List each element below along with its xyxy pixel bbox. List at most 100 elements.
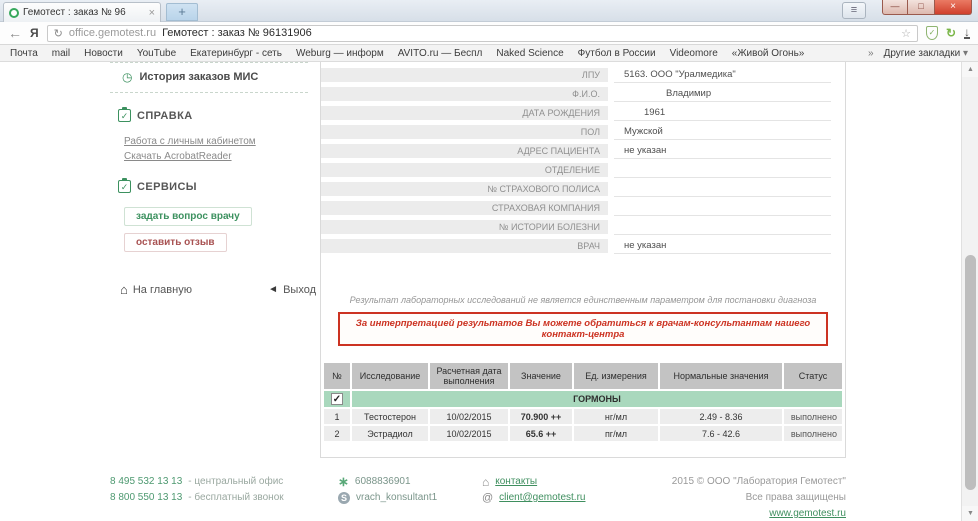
url-page-title: Гемотест : заказ № 96131906 bbox=[162, 27, 312, 39]
cell-status: выполнено bbox=[784, 426, 842, 441]
field-label: Ф.И.О. bbox=[321, 87, 608, 101]
field-label: ОТДЕЛЕНИЕ bbox=[321, 163, 608, 177]
warning-notice: За интерпретацией результатов Вы можете … bbox=[338, 312, 828, 346]
bookmark-item[interactable]: YouTube bbox=[137, 48, 176, 59]
form-row-address: АДРЕС ПАЦИЕНТА не указан bbox=[321, 141, 845, 160]
cell-num: 1 bbox=[324, 409, 350, 424]
cell-norm: 7.6 - 42.6 bbox=[660, 426, 782, 441]
footer-phones: 8 495 532 13 13 - центральный офис 8 800… bbox=[110, 474, 284, 506]
icq-number: 6088836901 bbox=[355, 474, 411, 490]
url-input[interactable]: ↻ office.gemotest.ru Гемотест : заказ № … bbox=[47, 25, 918, 42]
bookmark-item[interactable]: Новости bbox=[84, 48, 123, 59]
shield-icon[interactable]: ✓ bbox=[926, 26, 938, 40]
leave-feedback-button[interactable]: оставить отзыв bbox=[124, 233, 227, 252]
field-value bbox=[614, 162, 831, 178]
section-label: СЕРВИСЫ bbox=[137, 181, 197, 193]
sidebar: ◷ История заказов МИС ✓ СПРАВКА Работа с… bbox=[110, 62, 318, 297]
scroll-up-icon[interactable]: ▲ bbox=[962, 62, 978, 77]
sidebar-item-label: История заказов МИС bbox=[139, 71, 258, 83]
cell-test: Тестостерон bbox=[352, 409, 428, 424]
form-row-sex: ПОЛ Мужской bbox=[321, 122, 845, 141]
column-header: Статус bbox=[784, 363, 842, 389]
refresh-icon[interactable]: ↻ bbox=[54, 27, 63, 40]
column-header: Нормальные значения bbox=[660, 363, 782, 389]
bookmark-star-icon[interactable]: ☆ bbox=[901, 27, 911, 40]
cell-num: 2 bbox=[324, 426, 350, 441]
scrollbar-thumb[interactable] bbox=[965, 255, 976, 490]
minimize-button[interactable]: — bbox=[882, 0, 908, 15]
bookmark-item[interactable]: AVITO.ru — Беспл bbox=[398, 48, 483, 59]
cell-unit: нг/мл bbox=[574, 409, 658, 424]
field-label: № СТРАХОВОГО ПОЛИСА bbox=[321, 182, 608, 196]
close-button[interactable]: × bbox=[934, 0, 972, 15]
sidebar-item-order-history[interactable]: ◷ История заказов МИС bbox=[110, 63, 318, 92]
order-panel: ЛПУ 5163. ООО "Уралмедика" Ф.И.О. Владим… bbox=[320, 62, 846, 458]
column-header: Расчетная дата выполнения bbox=[430, 363, 508, 389]
contacts-home-icon: ⌂ bbox=[482, 474, 489, 490]
bookmark-item[interactable]: Почта bbox=[10, 48, 38, 59]
cell-date: 10/02/2015 bbox=[430, 426, 508, 441]
other-bookmarks-button[interactable]: Другие закладки ▾ bbox=[884, 48, 968, 59]
field-value bbox=[614, 200, 831, 216]
tab-list-icon[interactable]: ≡ bbox=[842, 2, 866, 19]
home-icon: ⌂ bbox=[120, 282, 128, 297]
logout-link[interactable]: ◄ Выход bbox=[268, 282, 316, 297]
rights-text: Все права защищены bbox=[640, 490, 846, 506]
footer-links: ⌂ контакты @ client@gemotest.ru bbox=[482, 474, 585, 506]
vertical-scrollbar[interactable]: ▲ ▼ bbox=[961, 62, 978, 521]
sync-icon[interactable]: ↻ bbox=[946, 26, 956, 40]
field-label: ПОЛ bbox=[321, 125, 608, 139]
sidebar-section-help: ✓ СПРАВКА bbox=[118, 109, 318, 122]
group-checkbox[interactable]: ✓ bbox=[331, 393, 343, 405]
email-link[interactable]: client@gemotest.ru bbox=[499, 490, 585, 506]
bookmark-item[interactable]: «Живой Огонь» bbox=[732, 48, 805, 59]
table-row: 2 Эстрадиол 10/02/2015 65.6 ++ пг/мл 7.6… bbox=[324, 426, 842, 441]
bookmark-item[interactable]: Videomore bbox=[670, 48, 718, 59]
tab-close-icon[interactable]: × bbox=[149, 7, 155, 19]
group-checkbox-cell: ✓ bbox=[324, 391, 350, 407]
group-row-hormones: ✓ ГОРМОНЫ bbox=[324, 391, 842, 407]
cell-test: Эстрадиол bbox=[352, 426, 428, 441]
bookmark-item[interactable]: Екатеринбург - сеть bbox=[190, 48, 282, 59]
field-value bbox=[614, 219, 831, 235]
bookmark-item[interactable]: Weburg — информ bbox=[296, 48, 384, 59]
field-value bbox=[614, 181, 831, 197]
caret-down-icon: ▾ bbox=[963, 48, 968, 59]
title-bar: Гемотест : заказ № 96 × + ≡ — □ × bbox=[0, 0, 978, 22]
back-icon[interactable]: ← bbox=[8, 25, 22, 41]
link-personal-cabinet[interactable]: Работа с личным кабинетом bbox=[124, 134, 318, 149]
bookmarks-overflow-icon[interactable]: » bbox=[868, 48, 874, 59]
yandex-icon[interactable]: Я bbox=[30, 26, 39, 40]
bookmarks-bar: Почта mail Новости YouTube Екатеринбург … bbox=[0, 45, 978, 62]
skype-name: vrach_konsultant1 bbox=[356, 490, 437, 506]
maximize-button[interactable]: □ bbox=[908, 0, 934, 15]
form-row-fio: Ф.И.О. Владимир bbox=[321, 84, 845, 103]
contacts-link[interactable]: контакты bbox=[495, 474, 537, 490]
form-row-birthdate: ДАТА РОЖДЕНИЯ 1961 bbox=[321, 103, 845, 122]
download-icon[interactable]: ↓ bbox=[964, 27, 970, 39]
link-download-acrobat[interactable]: Скачать AcrobatReader bbox=[124, 149, 318, 164]
form-row-policy: № СТРАХОВОГО ПОЛИСА bbox=[321, 179, 845, 198]
cell-value: 65.6 ++ bbox=[510, 426, 572, 441]
browser-tab[interactable]: Гемотест : заказ № 96 × bbox=[3, 2, 161, 22]
scroll-down-icon[interactable]: ▼ bbox=[962, 506, 978, 521]
form-row-department: ОТДЕЛЕНИЕ bbox=[321, 160, 845, 179]
form-row-lpu: ЛПУ 5163. ООО "Уралмедика" bbox=[321, 65, 845, 84]
bookmark-item[interactable]: Футбол в России bbox=[578, 48, 656, 59]
column-header: Значение bbox=[510, 363, 572, 389]
field-label: ЛПУ bbox=[321, 68, 608, 82]
cell-status: выполнено bbox=[784, 409, 842, 424]
page-content: ◷ История заказов МИС ✓ СПРАВКА Работа с… bbox=[0, 62, 978, 521]
column-header: Исследование bbox=[352, 363, 428, 389]
address-bar: ← Я ↻ office.gemotest.ru Гемотест : зака… bbox=[0, 22, 978, 45]
ask-doctor-button[interactable]: задать вопрос врачу bbox=[124, 207, 252, 226]
new-tab-button[interactable]: + bbox=[166, 3, 198, 21]
bookmark-item[interactable]: Naked Science bbox=[496, 48, 563, 59]
phone-desc: - центральный офис bbox=[188, 474, 283, 490]
bookmark-item[interactable]: mail bbox=[52, 48, 70, 59]
site-link[interactable]: www.gemotest.ru bbox=[769, 508, 846, 519]
home-link[interactable]: ⌂ На главную bbox=[120, 282, 192, 297]
cell-unit: пг/мл bbox=[574, 426, 658, 441]
window-controls: — □ × bbox=[882, 0, 972, 15]
clipboard-icon: ✓ bbox=[118, 180, 131, 193]
